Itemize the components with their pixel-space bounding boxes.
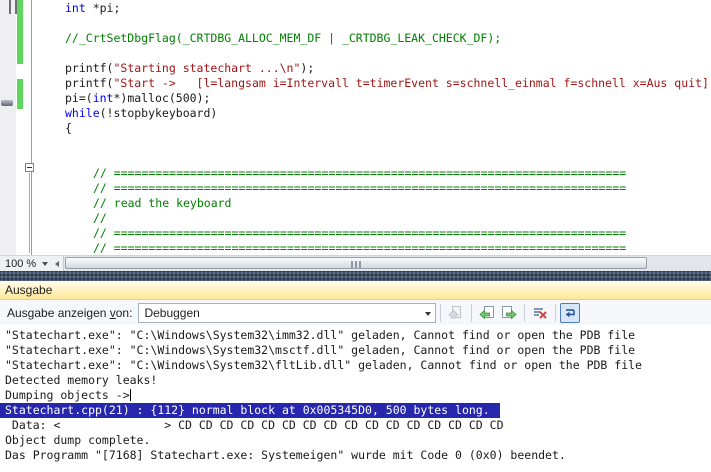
- output-panel-title: Ausgabe: [0, 281, 711, 300]
- code-line: [32, 151, 711, 166]
- margin-tick-icon: [9, 0, 11, 14]
- code-line: //: [32, 211, 711, 226]
- show-output-from-label: Ausgabe anzeigen von:: [7, 306, 132, 320]
- toolbar-separator: [440, 304, 441, 322]
- code-lines[interactable]: int *pi; //_CrtSetDbgFlag(_CRTDBG_ALLOC_M…: [32, 1, 711, 255]
- chevron-down-icon: [42, 262, 48, 266]
- vs-window: int *pi; //_CrtSetDbgFlag(_CRTDBG_ALLOC_M…: [0, 0, 711, 472]
- toolbar-separator: [524, 304, 525, 322]
- outline-guide-line: [29, 173, 30, 253]
- toolbar-separator: [555, 304, 556, 322]
- code-line: pi=(int*)malloc(500);: [32, 91, 711, 106]
- output-source-value: Debuggen: [139, 306, 199, 320]
- chevron-down-icon: [425, 312, 431, 316]
- output-line[interactable]: Statechart.cpp(21) : {112} normal block …: [5, 403, 711, 418]
- word-wrap-toggle-button[interactable]: [560, 303, 580, 323]
- change-tracking-bar: [17, 79, 23, 109]
- clear-all-button[interactable]: [529, 303, 551, 323]
- output-line[interactable]: "Statechart.exe": "C:\Windows\System32\i…: [5, 328, 711, 343]
- output-source-dropdown[interactable]: Debuggen: [138, 303, 436, 323]
- code-line: printf("Starting statechart ...\n");: [32, 61, 711, 76]
- code-line: [32, 46, 711, 61]
- word-wrap-icon: [563, 306, 577, 320]
- code-line: // =====================================…: [32, 226, 711, 241]
- panel-title-text: Ausgabe: [5, 283, 52, 297]
- code-line: {: [32, 121, 711, 136]
- output-line[interactable]: Das Programm "[7168] Statechart.exe: Sys…: [5, 448, 711, 463]
- next-message-icon: [501, 305, 517, 321]
- next-message-button[interactable]: [498, 303, 520, 323]
- code-line: // read the keyboard: [32, 196, 711, 211]
- find-message-button[interactable]: [445, 303, 467, 323]
- code-line: while(!stopbykeyboard): [32, 106, 711, 121]
- output-line[interactable]: "Statechart.exe": "C:\Windows\System32\f…: [5, 358, 711, 373]
- horizontal-scrollbar[interactable]: [63, 256, 711, 271]
- code-line: [32, 136, 711, 151]
- toolbar-separator: [471, 304, 472, 322]
- margin-marker-icon: [1, 100, 13, 106]
- output-line[interactable]: Detected memory leaks!: [5, 373, 711, 388]
- text-caret: [130, 389, 131, 401]
- previous-message-button[interactable]: [476, 303, 498, 323]
- arrow-left-icon: [55, 261, 59, 267]
- panel-splitter[interactable]: [0, 271, 711, 281]
- code-line: // =====================================…: [32, 166, 711, 181]
- scrollbar-thumb[interactable]: [65, 257, 647, 269]
- code-line: // =====================================…: [32, 181, 711, 196]
- code-line: printf("Start -> [l=langsam i=Intervall …: [32, 76, 711, 91]
- output-line[interactable]: Data: < > CD CD CD CD CD CD CD CD CD CD …: [5, 418, 711, 433]
- output-toolbar: Ausgabe anzeigen von: Debuggen: [0, 300, 711, 325]
- indicator-margin: [0, 0, 16, 255]
- zoom-level: 100 %: [5, 258, 36, 270]
- output-text-area[interactable]: "Statechart.exe": "C:\Windows\System32\i…: [0, 325, 711, 472]
- editor-bottom-bar: 100 %: [0, 255, 711, 271]
- code-line: int *pi;: [32, 1, 711, 16]
- code-line: [32, 16, 711, 31]
- previous-message-icon: [479, 305, 495, 321]
- output-line[interactable]: Object dump complete.: [5, 433, 711, 448]
- code-line: //_CrtSetDbgFlag(_CRTDBG_ALLOC_MEM_DF | …: [32, 31, 711, 46]
- find-message-icon: [448, 305, 464, 321]
- zoom-combo[interactable]: 100 %: [0, 256, 48, 271]
- code-editor[interactable]: int *pi; //_CrtSetDbgFlag(_CRTDBG_ALLOC_M…: [0, 0, 711, 255]
- code-line: // =====================================…: [32, 241, 711, 255]
- output-line[interactable]: "Statechart.exe": "C:\Windows\System32\m…: [5, 343, 711, 358]
- grip-icon: [351, 261, 361, 268]
- scroll-left-button[interactable]: [51, 256, 63, 271]
- clear-all-icon: [532, 305, 548, 321]
- output-line[interactable]: Dumping objects ->: [5, 388, 711, 403]
- change-tracking-bar: [17, 0, 23, 64]
